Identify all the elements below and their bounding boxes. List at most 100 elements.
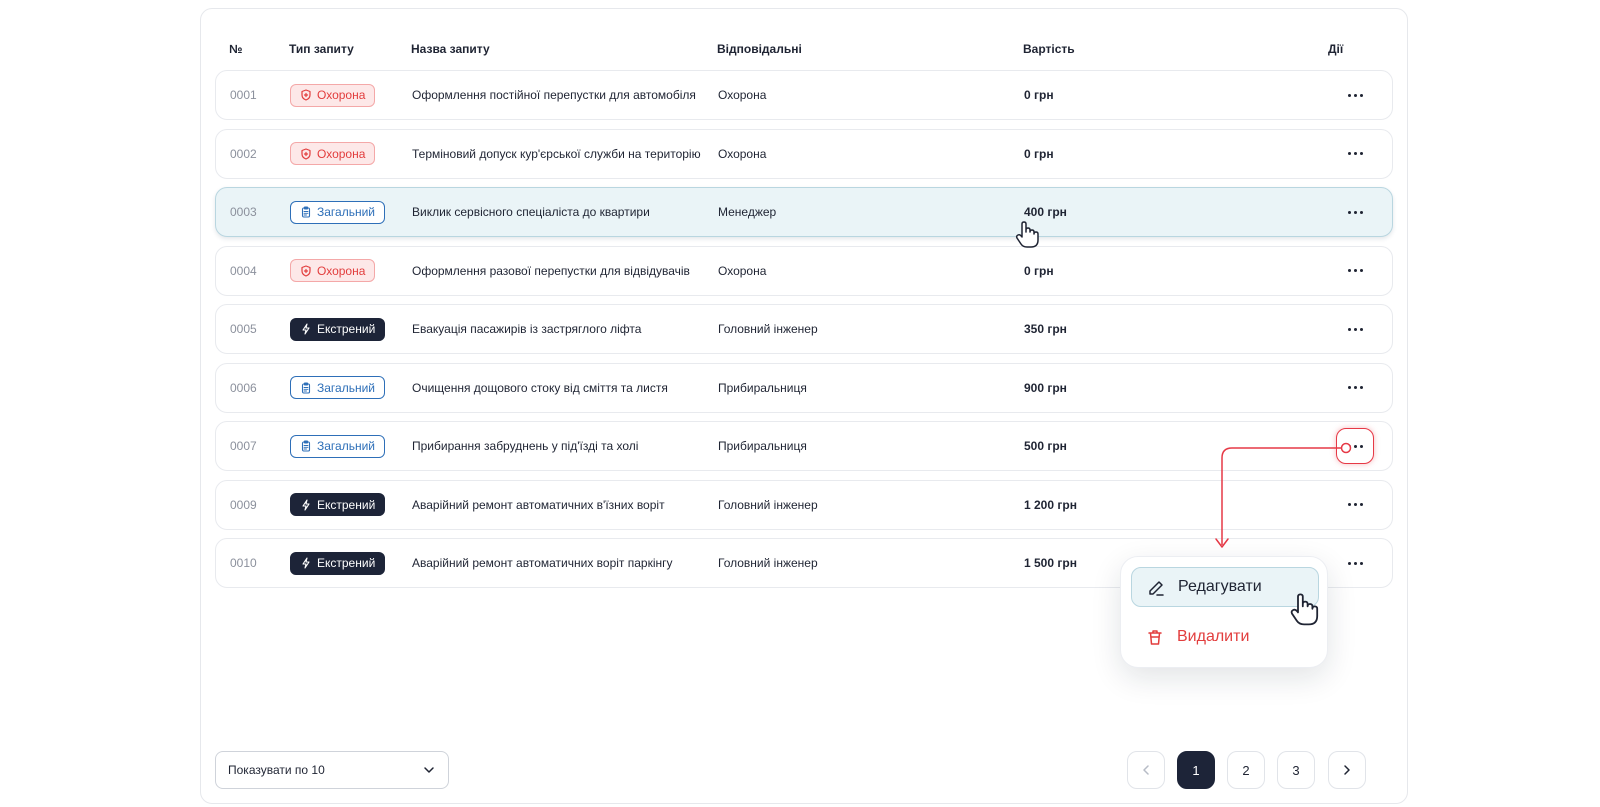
responsible: Прибиральниця — [718, 439, 807, 453]
request-name: Оформлення постійної перепустки для авто… — [412, 88, 696, 102]
row-actions-button[interactable] — [1336, 428, 1374, 464]
table-row[interactable]: 0002 Охорона Терміновий допуск кур'єрської… — [215, 128, 1393, 179]
responsible: Охорона — [718, 146, 767, 161]
row-actions-button[interactable] — [1336, 545, 1374, 581]
row-actions-button[interactable] — [1336, 253, 1374, 289]
cost: 500 грн — [1024, 439, 1067, 453]
row-number: 0009 — [230, 497, 257, 512]
page-button-3[interactable]: 3 — [1277, 751, 1315, 789]
table-row[interactable]: 0005 Екстрений Евакуація пасажирів із заст… — [215, 304, 1393, 354]
table-row[interactable]: 0009 Екстрений Аварійний ремонт автоматичн… — [215, 479, 1393, 530]
type-badge-emergency: Екстрений — [290, 317, 386, 341]
page-button-2[interactable]: 2 — [1227, 751, 1265, 789]
request-name: Оформлення разової перепустки для відвід… — [412, 263, 690, 278]
requests-table-panel: № Тип запиту Назва запиту Відповідальні … — [200, 8, 1408, 804]
row-actions-button[interactable] — [1336, 136, 1374, 172]
responsible: Головний інженер — [718, 322, 818, 336]
responsible: Охорона — [718, 263, 767, 278]
actions-cell — [1330, 71, 1380, 119]
header-cost: Вартість — [1023, 42, 1075, 56]
header-responsible: Відповідальні — [717, 42, 802, 56]
request-name: Виклик сервісного спеціаліста до квартир… — [412, 205, 650, 219]
table-row[interactable]: 0003 Загальний Виклик сервісного спеціаліс… — [215, 187, 1393, 237]
cost: 0 грн — [1024, 146, 1054, 161]
type-badge-security: Охорона — [290, 142, 376, 165]
responsible: Головний інженер — [718, 497, 818, 512]
edit-label: Редагувати — [1178, 578, 1262, 595]
page-size-select[interactable]: Показувати по 10 — [215, 751, 449, 789]
lightning-icon — [302, 323, 310, 335]
type-badge-label: Загальний — [317, 380, 375, 395]
request-name: Терміновий допуск кур'єрської служби на … — [412, 146, 701, 161]
clipboard-icon — [301, 440, 311, 452]
actions-cell — [1330, 188, 1380, 236]
type-badge-general: Загальний — [290, 434, 385, 458]
trash-icon — [1148, 630, 1162, 645]
responsible: Головний інженер — [718, 556, 818, 570]
more-dots-icon — [1347, 261, 1363, 281]
page-size-label: Показувати по 10 — [228, 763, 325, 777]
type-badge-label: Охорона — [317, 88, 366, 102]
chevron-down-icon — [424, 767, 434, 773]
cost: 0 грн — [1024, 263, 1054, 278]
type-cell: Загальний — [290, 422, 385, 470]
actions-cell — [1330, 422, 1380, 470]
clipboard-icon — [301, 206, 311, 218]
row-actions-button[interactable] — [1336, 487, 1374, 523]
clipboard-icon — [301, 382, 311, 394]
row-actions-button[interactable] — [1336, 194, 1374, 230]
shield-icon — [301, 89, 311, 101]
type-badge-general: Загальний — [290, 376, 385, 399]
cost: 350 грн — [1024, 322, 1067, 336]
more-dots-icon — [1347, 319, 1363, 339]
type-badge-label: Охорона — [317, 146, 366, 161]
page-button-1[interactable]: 1 — [1177, 751, 1215, 789]
request-name: Прибирання забруднень у під'їзді та холі — [412, 439, 639, 453]
more-dots-icon — [1347, 436, 1363, 456]
more-dots-icon — [1347, 553, 1363, 573]
type-cell: Екстрений — [290, 539, 386, 587]
table-row[interactable]: 0007 Загальний Прибирання забруднень у під… — [215, 421, 1393, 471]
cost: 1 200 грн — [1024, 497, 1077, 512]
type-badge-label: Екстрений — [317, 322, 376, 336]
type-badge-label: Загальний — [317, 205, 375, 219]
type-badge-label: Екстрений — [317, 497, 376, 512]
row-number: 0003 — [230, 205, 257, 219]
more-dots-icon — [1347, 495, 1363, 515]
row-number: 0007 — [230, 439, 257, 453]
row-actions-button[interactable] — [1336, 77, 1374, 113]
cost: 900 грн — [1024, 380, 1067, 395]
table-row[interactable]: 0001 Охорона Оформлення постійної перепуст… — [215, 70, 1393, 120]
type-cell: Охорона — [290, 130, 376, 178]
actions-cell — [1330, 305, 1380, 353]
more-dots-icon — [1347, 85, 1363, 105]
row-number: 0004 — [230, 263, 257, 278]
row-actions-button[interactable] — [1336, 311, 1374, 347]
table-row[interactable]: 0004 Охорона Оформлення разової перепустки… — [215, 245, 1393, 296]
header-num: № — [229, 42, 243, 56]
prev-page-button[interactable] — [1127, 751, 1165, 789]
type-badge-security: Охорона — [290, 259, 376, 282]
request-name: Аварійний ремонт автоматичних воріт парк… — [412, 556, 673, 570]
delete-label: Видалити — [1177, 628, 1250, 645]
more-dots-icon — [1347, 202, 1363, 222]
type-cell: Загальний — [290, 364, 385, 412]
lightning-icon — [302, 557, 310, 569]
row-number: 0002 — [230, 146, 257, 161]
row-number: 0005 — [230, 322, 257, 336]
type-badge-label: Охорона — [317, 263, 366, 278]
row-actions-button[interactable] — [1336, 370, 1374, 406]
type-cell: Екстрений — [290, 305, 386, 353]
cost: 1 500 грн — [1024, 556, 1077, 570]
shield-icon — [301, 147, 311, 160]
row-number: 0010 — [230, 556, 257, 570]
request-name: Очищення дощового стоку від сміття та ли… — [412, 380, 668, 395]
hand-cursor-icon — [1015, 221, 1039, 248]
next-page-button[interactable] — [1328, 751, 1366, 789]
row-number: 0006 — [230, 380, 257, 395]
type-badge-emergency: Екстрений — [290, 551, 386, 575]
hand-cursor-icon — [1290, 593, 1319, 626]
responsible: Менеджер — [718, 205, 777, 219]
table-row[interactable]: 0006 Загальний Очищення дощового стоку від… — [215, 362, 1393, 413]
lightning-icon — [302, 498, 310, 511]
